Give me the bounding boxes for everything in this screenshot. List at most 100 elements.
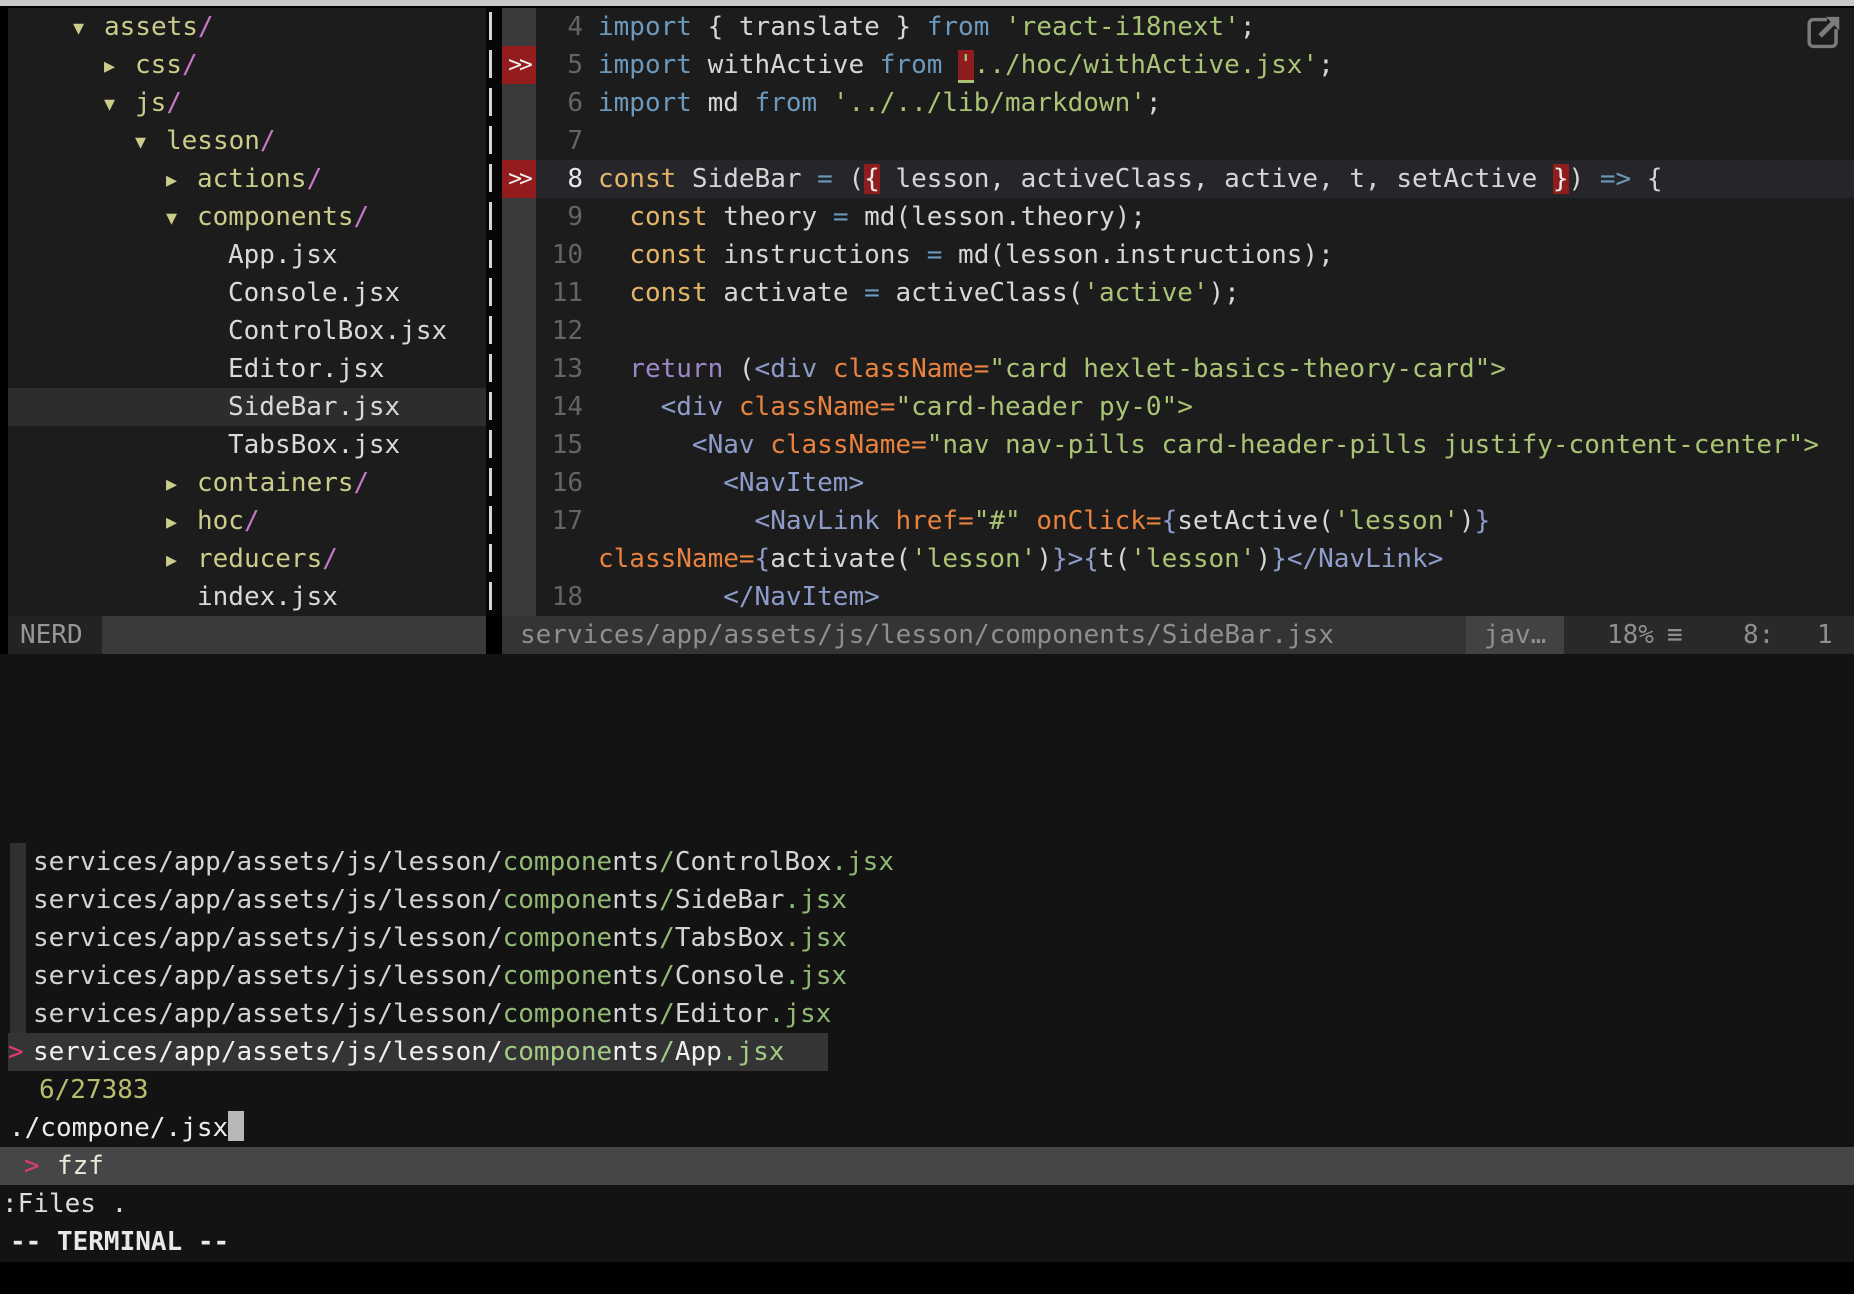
fzf-result-row[interactable]: >services/app/assets/js/lesson/component… bbox=[0, 1033, 1854, 1071]
code-line[interactable]: 7 bbox=[502, 122, 1854, 160]
fzf-path-text: services/app/assets/js/lesson/ bbox=[33, 847, 503, 877]
code-line[interactable]: 17 <NavLink href="#" onClick={setActive(… bbox=[502, 502, 1854, 540]
statusline-filetype: jav… bbox=[1466, 616, 1564, 654]
code-token: { bbox=[1162, 506, 1178, 536]
code-token bbox=[880, 506, 896, 536]
fzf-result-row[interactable]: services/app/assets/js/lesson/components… bbox=[0, 881, 1854, 919]
editor-panel[interactable]: 4import { translate } from 'react-i18nex… bbox=[502, 8, 1854, 616]
code-token: { bbox=[864, 164, 880, 194]
chevron-down-icon[interactable]: ▾ bbox=[73, 10, 104, 48]
fzf-result-row[interactable]: services/app/assets/js/lesson/components… bbox=[0, 843, 1854, 881]
tree-item-app-jsx[interactable]: App.jsx bbox=[8, 236, 486, 274]
dir-slash: / bbox=[244, 506, 260, 536]
code-line[interactable]: className={activate('lesson')}>{t('lesso… bbox=[502, 540, 1854, 578]
code-line[interactable]: 16 <NavItem> bbox=[502, 464, 1854, 502]
nerdtree-panel[interactable]: ▾assets/▸css/▾js/▾lesson/▸actions/▾compo… bbox=[8, 8, 486, 616]
fzf-result-row[interactable]: services/app/assets/js/lesson/components… bbox=[0, 919, 1854, 957]
chevron-down-icon[interactable]: ▾ bbox=[135, 124, 166, 162]
chevron-right-icon[interactable]: ▸ bbox=[104, 48, 135, 86]
code-line[interactable]: 15 <Nav className="nav nav-pills card-he… bbox=[502, 426, 1854, 464]
external-link-icon[interactable] bbox=[1800, 10, 1846, 56]
tree-item-actions[interactable]: ▸actions/ bbox=[8, 160, 486, 198]
chevron-right-icon[interactable]: ▸ bbox=[166, 162, 197, 200]
mode-indicator: -- TERMINAL -- bbox=[10, 1223, 229, 1261]
code-token: > bbox=[1803, 430, 1819, 460]
code-token: = bbox=[911, 430, 927, 460]
chevron-right-icon[interactable]: ▸ bbox=[166, 542, 197, 580]
code-line[interactable]: 18 </NavItem> bbox=[502, 578, 1854, 616]
fzf-match-text: .jsx bbox=[831, 847, 894, 877]
tree-item-label: hoc bbox=[197, 506, 244, 536]
code-line[interactable]: 4import { translate } from 'react-i18nex… bbox=[502, 8, 1854, 46]
code-line[interactable]: 6import md from '../../lib/markdown'; bbox=[502, 84, 1854, 122]
tree-item-containers[interactable]: ▸containers/ bbox=[8, 464, 486, 502]
code-text: <NavItem> bbox=[598, 464, 864, 502]
fzf-path-text: Editor bbox=[675, 999, 769, 1029]
tree-item-index-jsx[interactable]: index.jsx bbox=[8, 578, 486, 616]
tree-item-tabsbox-jsx[interactable]: TabsBox.jsx bbox=[8, 426, 486, 464]
tree-item-js[interactable]: ▾js/ bbox=[8, 84, 486, 122]
code-token: ( bbox=[723, 354, 754, 384]
code-token: const bbox=[629, 202, 707, 232]
fzf-result-path: services/app/assets/js/lesson/components… bbox=[33, 957, 847, 995]
fzf-result-path: services/app/assets/js/lesson/components… bbox=[33, 995, 831, 1033]
statusline-filepath: services/app/assets/js/lesson/components… bbox=[520, 616, 1334, 654]
chevron-right-icon[interactable]: ▸ bbox=[166, 504, 197, 542]
code-token: = bbox=[864, 278, 880, 308]
tree-item-components[interactable]: ▾components/ bbox=[8, 198, 486, 236]
code-token bbox=[817, 88, 833, 118]
fzf-query-text: ./compone/.jsx bbox=[9, 1113, 228, 1143]
code-token: className bbox=[833, 354, 974, 384]
fzf-path-text: nts bbox=[612, 961, 659, 991]
code-token bbox=[598, 354, 629, 384]
fzf-match-text: compone bbox=[503, 1037, 613, 1067]
code-text: const SideBar = ({ lesson, activeClass, … bbox=[598, 160, 1662, 198]
code-text: import withActive from '../hoc/withActiv… bbox=[598, 46, 1334, 84]
code-token bbox=[1021, 506, 1037, 536]
code-token: return bbox=[629, 354, 723, 384]
tree-item-controlbox-jsx[interactable]: ControlBox.jsx bbox=[8, 312, 486, 350]
code-line[interactable]: 10 const instructions = md(lesson.instru… bbox=[502, 236, 1854, 274]
code-token: "card-header py-0" bbox=[895, 392, 1177, 422]
code-token: </NavItem> bbox=[723, 582, 880, 612]
tree-item-css[interactable]: ▸css/ bbox=[8, 46, 486, 84]
tree-item-label: js bbox=[135, 88, 166, 118]
tree-item-assets[interactable]: ▾assets/ bbox=[8, 8, 486, 46]
code-token: { bbox=[755, 544, 771, 574]
code-line[interactable]: 13 return (<div className="card hexlet-b… bbox=[502, 350, 1854, 388]
code-token: = bbox=[958, 506, 974, 536]
tree-item-editor-jsx[interactable]: Editor.jsx bbox=[8, 350, 486, 388]
code-line[interactable]: 14 <div className="card-header py-0"> bbox=[502, 388, 1854, 426]
code-token: const bbox=[598, 164, 676, 194]
fzf-path-text: services/app/assets/js/lesson/ bbox=[33, 999, 503, 1029]
chevron-right-icon[interactable]: ▸ bbox=[166, 466, 197, 504]
tree-item-lesson[interactable]: ▾lesson/ bbox=[8, 122, 486, 160]
code-line[interactable]: 9 const theory = md(lesson.theory); bbox=[502, 198, 1854, 236]
fzf-query[interactable]: ./compone/.jsx bbox=[9, 1109, 244, 1147]
code-token: <div bbox=[661, 392, 724, 422]
code-token: = bbox=[1146, 506, 1162, 536]
fzf-result-row[interactable]: services/app/assets/js/lesson/components… bbox=[0, 995, 1854, 1033]
buffer-lines-icon: ≡ bbox=[1667, 616, 1683, 654]
code-line[interactable]: 5import withActive from '../hoc/withActi… bbox=[502, 46, 1854, 84]
code-token: 'active' bbox=[1083, 278, 1208, 308]
tree-item-sidebar-jsx[interactable]: SideBar.jsx bbox=[8, 388, 486, 426]
code-token bbox=[598, 468, 723, 498]
chevron-down-icon[interactable]: ▾ bbox=[104, 86, 135, 124]
tree-item-hoc[interactable]: ▸hoc/ bbox=[8, 502, 486, 540]
line-number: 15 bbox=[536, 426, 583, 464]
fzf-result-row[interactable]: services/app/assets/js/lesson/components… bbox=[0, 957, 1854, 995]
code-token bbox=[598, 240, 629, 270]
terminal-panel[interactable]: services/app/assets/js/lesson/compone nts… bbox=[0, 654, 1854, 1262]
fzf-match-counter: 6/27383 bbox=[39, 1071, 149, 1109]
prompt-pointer-icon: > bbox=[24, 1147, 40, 1185]
chevron-down-icon[interactable]: ▾ bbox=[166, 200, 197, 238]
code-token: > bbox=[1490, 354, 1506, 384]
code-token: className bbox=[598, 544, 739, 574]
tree-item-console-jsx[interactable]: Console.jsx bbox=[8, 274, 486, 312]
code-line[interactable]: 8const SideBar = ({ lesson, activeClass,… bbox=[502, 160, 1854, 198]
code-line[interactable]: 11 const activate = activeClass('active'… bbox=[502, 274, 1854, 312]
code-line[interactable]: 12 bbox=[502, 312, 1854, 350]
tree-item-reducers[interactable]: ▸reducers/ bbox=[8, 540, 486, 578]
code-token: md(lesson.instructions); bbox=[942, 240, 1333, 270]
